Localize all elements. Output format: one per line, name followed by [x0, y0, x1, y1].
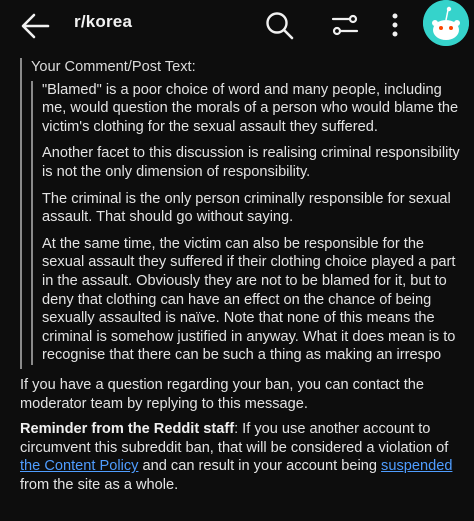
content-policy-link[interactable]: the Content Policy — [20, 458, 138, 474]
reminder-text: from the site as a whole. — [20, 476, 179, 493]
quoted-paragraph: "Blamed" is a poor choice of word and ma… — [42, 81, 459, 135]
quote-heading: Your Comment/Post Text: — [31, 59, 196, 75]
quoted-paragraph: At the same time, the victim can also be… — [42, 235, 456, 364]
subreddit-title[interactable]: r/korea — [74, 12, 132, 32]
quoted-paragraph: The criminal is the only person criminal… — [42, 190, 451, 226]
reminder-text: and can result in your account being — [138, 458, 382, 475]
quoted-text: "Blamed" is a poor choice of word and ma… — [31, 80, 466, 365]
quoted-paragraph: Another facet to this discussion is real… — [42, 145, 460, 180]
reminder-label: Reminder from the Reddit staff — [20, 421, 235, 438]
search-icon — [266, 12, 294, 40]
filter-button[interactable] — [328, 8, 362, 42]
more-options-button[interactable] — [384, 8, 406, 42]
suspended-link[interactable]: suspended — [381, 458, 452, 474]
message-body: Your Comment/Post Text: "Blamed" is a po… — [20, 58, 466, 494]
quoted-content-block: Your Comment/Post Text: "Blamed" is a po… — [20, 58, 466, 369]
back-arrow-icon — [21, 13, 50, 39]
top-bar: r/korea — [0, 0, 474, 50]
snoo-avatar-icon — [423, 0, 469, 46]
back-button[interactable] — [18, 10, 54, 42]
more-vertical-icon — [392, 13, 398, 37]
contact-moderators-text: If you have a question regarding your ba… — [20, 376, 425, 412]
avatar[interactable] — [423, 0, 469, 46]
filter-icon — [331, 14, 359, 36]
staff-reminder: Reminder from the Reddit staff: If you u… — [20, 420, 466, 494]
search-button[interactable] — [262, 8, 296, 42]
